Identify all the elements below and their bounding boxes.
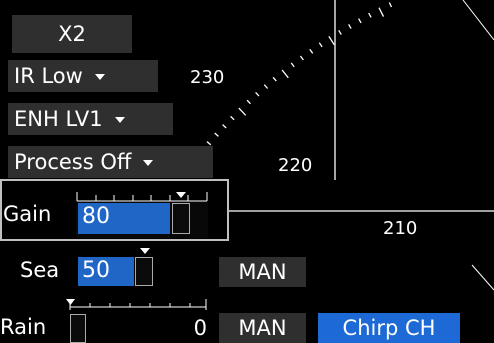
process-dropdown[interactable]: Process Off: [8, 146, 213, 178]
sea-label: Sea: [20, 258, 60, 282]
gain-value: 80: [82, 204, 110, 229]
gain-scale: [76, 192, 208, 202]
rain-thumb[interactable]: [70, 314, 86, 343]
grid-line: [462, 0, 494, 41]
sea-level-fill: 50: [78, 257, 134, 286]
rain-man-button[interactable]: MAN: [219, 313, 306, 343]
bearing-label-220: 220: [278, 155, 313, 176]
gain-level-fill: 80: [78, 203, 170, 234]
ir-dropdown[interactable]: IR Low: [8, 60, 158, 92]
rain-value: 0: [193, 316, 207, 340]
enh-dropdown-label: ENH LV1: [14, 107, 103, 131]
rain-label: Rain: [0, 315, 47, 339]
ir-dropdown-label: IR Low: [14, 64, 83, 88]
chirp-ch-button[interactable]: Chirp CH: [318, 313, 460, 343]
sea-value: 50: [82, 258, 110, 283]
chevron-down-icon: [143, 160, 154, 166]
zoom-button[interactable]: X2: [12, 15, 132, 53]
sea-thumb[interactable]: [135, 257, 153, 286]
rain-scale: [66, 299, 207, 310]
bearing-label-230: 230: [190, 67, 225, 88]
gain-label: Gain: [3, 202, 52, 226]
process-dropdown-label: Process Off: [14, 150, 132, 174]
bearing-label-210: 210: [383, 218, 418, 239]
gain-thumb[interactable]: [172, 203, 190, 234]
sea-man-button[interactable]: MAN: [219, 257, 306, 287]
chevron-down-icon: [94, 74, 105, 80]
grid-line: [471, 264, 494, 291]
bearing-ticks: [199, 2, 393, 158]
enh-dropdown[interactable]: ENH LV1: [8, 103, 173, 135]
chevron-down-icon: [114, 117, 125, 123]
